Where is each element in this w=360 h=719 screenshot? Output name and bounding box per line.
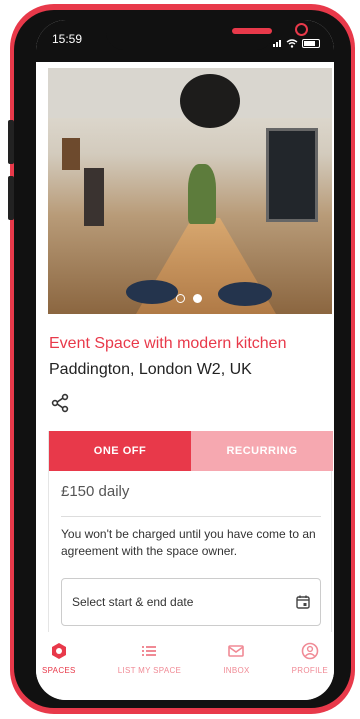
booking-tabs: ONE OFF RECURRING: [49, 431, 333, 471]
speaker: [232, 28, 272, 34]
nav-inbox-label: INBOX: [223, 666, 250, 675]
charge-note: You won't be charged until you have come…: [61, 527, 316, 558]
nav-list-my-space-label: LIST MY SPACE: [117, 666, 182, 675]
volume-button: [8, 176, 14, 220]
nav-list-my-space[interactable]: LIST MY SPACE: [118, 632, 181, 700]
carousel-dot-active[interactable]: [193, 294, 202, 303]
volume-button: [8, 120, 14, 164]
carousel-dot[interactable]: [176, 294, 185, 303]
photo-lamp: [180, 74, 240, 128]
nav-profile-label: PROFILE: [291, 666, 328, 675]
calendar-icon[interactable]: [296, 595, 310, 609]
wifi-icon: [286, 38, 298, 48]
photo-plants: [188, 164, 216, 224]
nav-inbox[interactable]: INBOX: [223, 632, 249, 700]
status-bar: 15:59: [36, 20, 334, 62]
list-icon: [142, 646, 157, 656]
photo-wall-frame: [84, 168, 104, 226]
notch: [106, 20, 308, 50]
date-range-field[interactable]: Select start & end date: [61, 578, 321, 626]
inbox-icon: [228, 645, 245, 657]
nav-profile[interactable]: PROFILE: [292, 632, 328, 700]
photo-plate: [126, 280, 178, 304]
nav-spaces-label: SPACES: [42, 666, 76, 675]
signal-icon: [273, 34, 282, 52]
listing-title: Event Space with modern kitchen: [49, 335, 287, 352]
profile-icon: [301, 642, 319, 660]
carousel-dots: [176, 294, 202, 303]
date-range-placeholder: Select start & end date: [72, 595, 194, 609]
price-label: £150 daily: [61, 483, 130, 500]
spaces-icon: [51, 643, 66, 659]
phone-screen: 15:59 Event Space with modern kitchen Pa…: [36, 20, 334, 700]
nav-spaces[interactable]: SPACES: [42, 632, 76, 700]
photo-wall-frame: [62, 138, 80, 170]
listing-location: Paddington, London W2, UK: [49, 361, 252, 378]
tab-one-off[interactable]: ONE OFF: [49, 431, 191, 471]
bottom-nav: SPACES LIST MY SPACE INBOX PROFILE: [36, 632, 334, 700]
listing-photo[interactable]: [48, 68, 332, 314]
photo-plate: [218, 282, 272, 306]
battery-icon: [302, 38, 320, 48]
status-icons: [273, 34, 320, 52]
photo-tv: [266, 128, 318, 222]
share-icon[interactable]: [51, 393, 69, 413]
divider: [61, 516, 321, 517]
tab-recurring[interactable]: RECURRING: [191, 431, 333, 471]
status-time: 15:59: [52, 32, 83, 46]
